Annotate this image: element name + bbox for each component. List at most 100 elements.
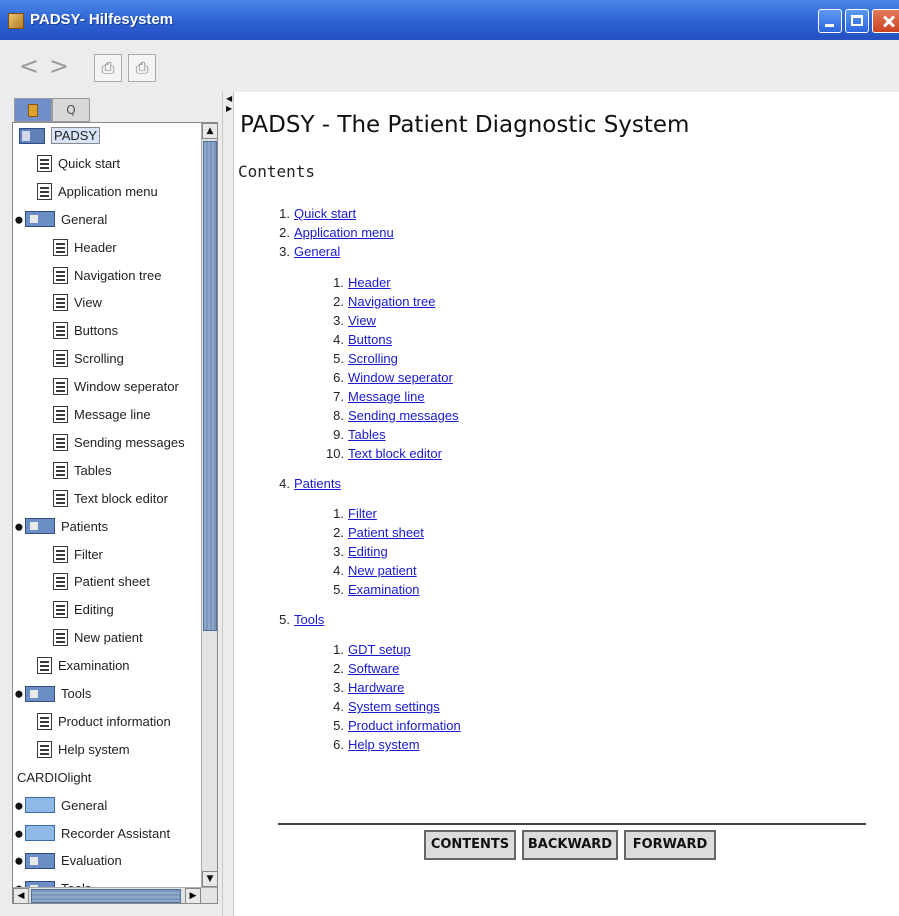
- tree-item[interactable]: Tables: [53, 461, 112, 484]
- tree-item[interactable]: ⬤ Recorder Assistant: [15, 825, 170, 847]
- tree-item[interactable]: Window seperator: [53, 378, 179, 400]
- page-icon: [37, 740, 52, 758]
- tree-expanded-handle-icon[interactable]: ⬤: [15, 524, 23, 532]
- page-icon: [53, 322, 68, 340]
- tree-item[interactable]: Filter: [53, 545, 103, 568]
- window-title: PADSY- Hilfesystem: [30, 11, 174, 28]
- toc-link[interactable]: Hardware: [348, 680, 404, 695]
- tree-item[interactable]: ⬤ General: [15, 211, 107, 233]
- page-icon: [53, 406, 68, 424]
- tree-item[interactable]: ⬤ Evaluation: [15, 852, 122, 874]
- tree-collapsed-handle-icon[interactable]: ⬤: [15, 803, 23, 811]
- toc-link[interactable]: New patient: [348, 563, 417, 578]
- toc-link[interactable]: Window seperator: [348, 370, 453, 385]
- toc-item: 8. Sending messages: [326, 408, 459, 427]
- toc-link[interactable]: Scrolling: [348, 351, 398, 366]
- toc-link[interactable]: Application menu: [294, 225, 394, 240]
- tree-item[interactable]: Application menu: [37, 182, 158, 205]
- splitter-right-arrow-icon[interactable]: ▶: [226, 104, 232, 113]
- toc-link[interactable]: Tools: [294, 612, 324, 627]
- close-button[interactable]: [872, 9, 899, 33]
- toc-link[interactable]: Patients: [294, 476, 341, 491]
- tree-item[interactable]: Navigation tree: [53, 266, 161, 289]
- tree-collapsed-handle-icon[interactable]: ⬤: [15, 858, 23, 866]
- toc-link[interactable]: Editing: [348, 544, 388, 559]
- forward-arrow-icon[interactable]: >: [48, 52, 70, 80]
- tree-collapsed-handle-icon[interactable]: ⬤: [15, 691, 23, 699]
- tree-item[interactable]: PADSY: [19, 127, 101, 149]
- toc-link[interactable]: GDT setup: [348, 642, 411, 657]
- tree-item[interactable]: ⬤ General: [15, 797, 107, 819]
- toc-link[interactable]: View: [348, 313, 376, 328]
- toc-link[interactable]: Software: [348, 661, 399, 676]
- scroll-right-arrow-icon[interactable]: ▶: [185, 888, 201, 903]
- back-arrow-icon[interactable]: <: [18, 52, 40, 80]
- scroll-thumb[interactable]: [203, 141, 217, 631]
- toc-link[interactable]: Text block editor: [348, 446, 442, 461]
- search-tab-magnifier-icon[interactable]: Q: [52, 98, 90, 122]
- vertical-scrollbar[interactable]: ▲ ▼: [201, 123, 217, 887]
- horizontal-scrollbar[interactable]: ◀ ▶: [13, 887, 217, 903]
- tree-item[interactable]: ⬤ Tools: [15, 685, 91, 707]
- maximize-button[interactable]: [845, 9, 869, 33]
- toc-link[interactable]: System settings: [348, 699, 440, 714]
- splitter-left-arrow-icon[interactable]: ◀: [226, 94, 232, 103]
- toc-link[interactable]: Header: [348, 275, 391, 290]
- tree-item[interactable]: Help system: [37, 740, 130, 763]
- tree-item[interactable]: Buttons: [53, 322, 118, 344]
- tree-item[interactable]: New patient: [53, 629, 143, 651]
- toc-link[interactable]: Help system: [348, 737, 420, 752]
- tree-collapsed-handle-icon[interactable]: ⬤: [15, 831, 23, 839]
- minimize-button[interactable]: [818, 9, 842, 33]
- tree-item[interactable]: Product information: [37, 712, 171, 735]
- tree-item[interactable]: Patient sheet: [53, 573, 150, 595]
- toc-link[interactable]: Patient sheet: [348, 525, 424, 540]
- toc-link[interactable]: Filter: [348, 506, 377, 521]
- tree-item-label: PADSY: [51, 127, 101, 145]
- forward-button[interactable]: FORWARD: [624, 830, 716, 860]
- toc-link[interactable]: Sending messages: [348, 408, 459, 423]
- toc-item: 5. Tools: [279, 612, 325, 627]
- toc-link[interactable]: Product information: [348, 718, 461, 733]
- backward-button[interactable]: BACKWARD: [522, 830, 618, 860]
- scroll-down-arrow-icon[interactable]: ▼: [202, 871, 217, 887]
- contents-tab-book-icon[interactable]: [14, 98, 52, 122]
- folder-icon: [25, 852, 55, 869]
- tree-item[interactable]: ⬤ Patients: [15, 518, 108, 540]
- tree-item[interactable]: Sending messages: [53, 433, 185, 456]
- page-setup-icon[interactable]: ⎙: [128, 54, 156, 82]
- tree-item[interactable]: CARDIOlight: [17, 769, 91, 791]
- print-icon[interactable]: ⎙: [94, 54, 122, 82]
- scroll-up-arrow-icon[interactable]: ▲: [202, 123, 217, 139]
- toc-link[interactable]: Tables: [348, 427, 386, 442]
- tree-item[interactable]: Scrolling: [53, 350, 124, 372]
- tree-expanded-handle-icon[interactable]: ⬤: [15, 217, 23, 225]
- scroll-left-arrow-icon[interactable]: ◀: [13, 888, 29, 903]
- toc-link[interactable]: Examination: [348, 582, 420, 597]
- horizontal-scroll-thumb[interactable]: [31, 889, 181, 903]
- tree-item[interactable]: Examination: [37, 657, 130, 679]
- tree-item[interactable]: View: [53, 294, 102, 316]
- toc-link[interactable]: Buttons: [348, 332, 392, 347]
- tree-item[interactable]: Header: [53, 238, 117, 261]
- window-splitter[interactable]: ◀ ▶: [222, 92, 234, 916]
- navigation-tree[interactable]: PADSY Quick start Application menu ⬤ General…: [12, 122, 218, 904]
- toc-item: 9. Tables: [326, 427, 459, 446]
- page-icon: [37, 182, 52, 200]
- toc-link[interactable]: Navigation tree: [348, 294, 435, 309]
- page-icon: [53, 601, 68, 619]
- toc-patients: 4. Patients: [272, 476, 341, 495]
- page-icon: [53, 433, 68, 451]
- toc-link[interactable]: Quick start: [294, 206, 356, 221]
- tree-item[interactable]: Editing: [53, 601, 114, 623]
- contents-button[interactable]: CONTENTS: [424, 830, 516, 860]
- tree-item[interactable]: Quick start: [37, 154, 120, 177]
- tree-item[interactable]: Message line: [53, 406, 151, 428]
- tree-item-label: Header: [74, 239, 117, 255]
- toc-number: 4.: [333, 332, 344, 347]
- toc-link[interactable]: Message line: [348, 389, 425, 404]
- toc-number: 10.: [326, 446, 345, 461]
- tree-item[interactable]: Text block editor: [53, 489, 168, 512]
- toc-link[interactable]: General: [294, 244, 340, 259]
- page-icon: [53, 489, 68, 507]
